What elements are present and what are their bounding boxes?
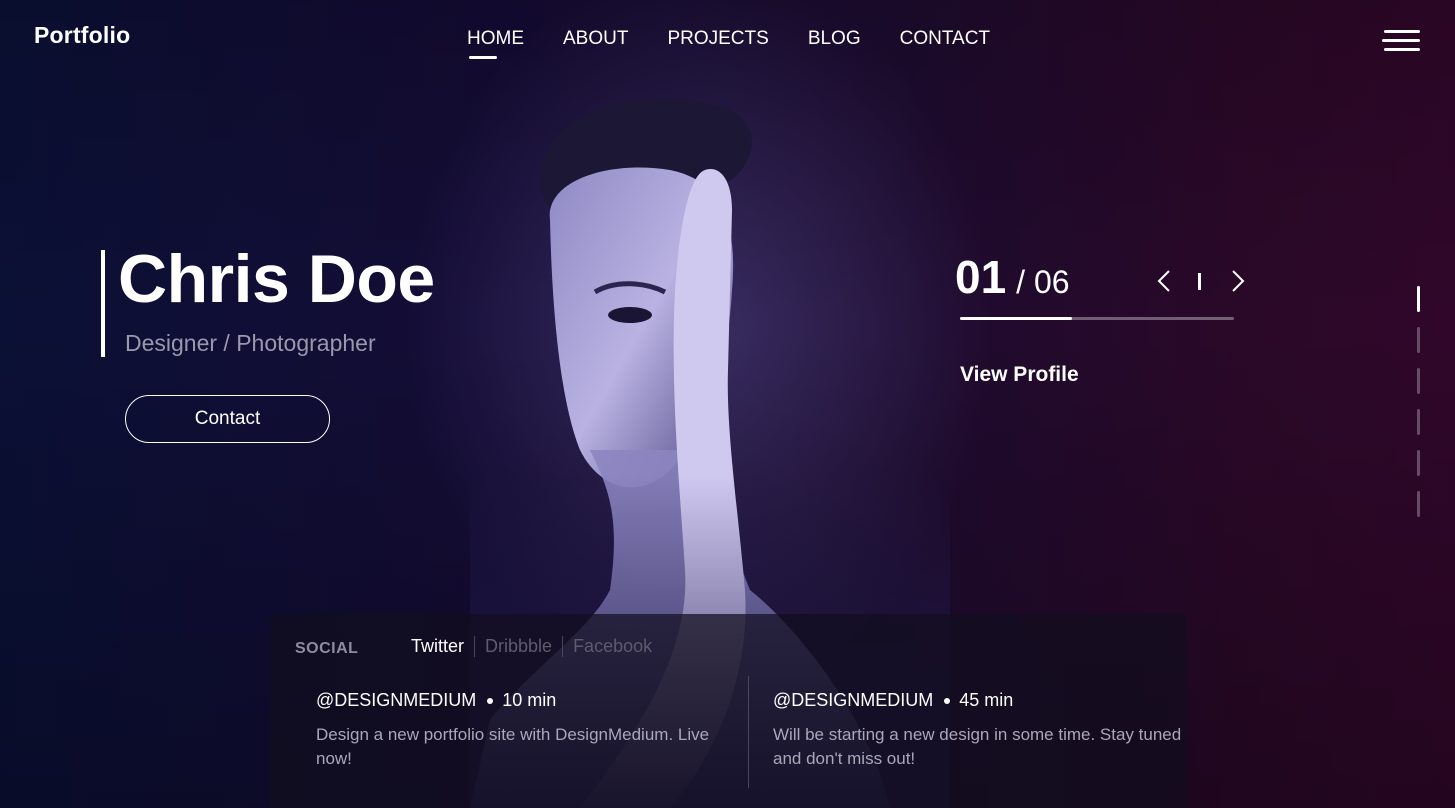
social-panel: SOCIAL Twitter Dribbble Facebook @DESIGN… [270,614,1187,808]
post-handle[interactable]: @DESIGNMEDIUM [773,690,933,711]
social-tabs: Twitter Dribbble Facebook [411,636,662,657]
tab-dribbble[interactable]: Dribbble [474,636,562,657]
tab-facebook[interactable]: Facebook [562,636,662,657]
pager-dot[interactable] [1417,327,1420,353]
site-logo[interactable]: Portfolio [34,22,130,49]
post-time: 10 min [502,690,557,710]
pager-dot[interactable] [1417,368,1420,394]
post-time: 45 min [959,690,1014,710]
hero-accent-bar [101,250,105,357]
chevron-right-icon[interactable] [1227,268,1249,294]
slider-separator [1198,273,1201,290]
slide-progress-fill [960,317,1073,320]
post-divider [748,676,749,788]
slide-current: 01 [955,251,1007,303]
nav-home[interactable]: HOME [467,28,524,59]
post-text: Will be starting a new design in some ti… [773,725,1182,768]
hero-role: Designer / Photographer [125,330,376,356]
nav-about[interactable]: ABOUT [563,28,628,56]
main-nav: HOME ABOUT PROJECTS BLOG CONTACT [467,28,990,59]
social-post[interactable]: @DESIGNMEDIUM 45 min Will be starting a … [773,690,1193,771]
chevron-left-icon[interactable] [1153,268,1175,294]
slide-counter: 01 / 06 [955,250,1070,304]
view-profile-link[interactable]: View Profile [960,363,1079,387]
slide-total: / 06 [1016,264,1070,300]
bullet-dot [487,697,494,704]
nav-projects[interactable]: PROJECTS [667,28,768,56]
nav-contact[interactable]: CONTACT [900,28,990,56]
pager-dot[interactable] [1417,286,1420,312]
social-post[interactable]: @DESIGNMEDIUM 10 min Design a new portfo… [316,690,736,771]
pager-dot[interactable] [1417,409,1420,435]
slide-progress-bar [960,317,1234,320]
post-handle[interactable]: @DESIGNMEDIUM [316,690,476,711]
social-label: SOCIAL [295,640,359,657]
tab-twitter[interactable]: Twitter [411,636,474,657]
contact-button[interactable]: Contact [125,395,330,443]
hero-name: Chris Doe [118,241,435,317]
post-text: Design a new portfolio site with DesignM… [316,725,710,768]
pager-dot[interactable] [1417,491,1420,517]
nav-blog[interactable]: BLOG [808,28,861,56]
hamburger-menu-icon[interactable] [1382,30,1420,52]
bullet-dot [944,697,951,704]
pager-dot[interactable] [1417,450,1420,476]
